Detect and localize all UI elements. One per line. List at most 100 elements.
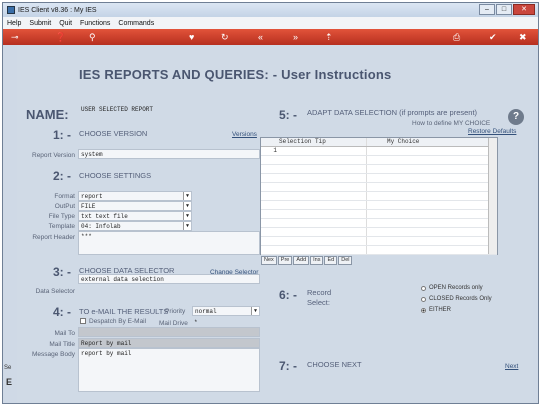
grid-prev-button[interactable]: Pre: [277, 256, 293, 265]
app-icon: [7, 6, 15, 14]
content-area: Se E IES REPORTS AND QUERIES: - User Ins…: [3, 45, 538, 403]
menu-help[interactable]: Help: [7, 20, 21, 27]
priority-dropdown[interactable]: normal ▼: [192, 306, 260, 316]
message-body-label: Message Body: [32, 351, 75, 358]
table-row[interactable]: [261, 156, 497, 165]
despatch-checkbox[interactable]: [80, 318, 86, 324]
section-4-number: 4: -: [53, 305, 71, 319]
menu-submit[interactable]: Submit: [29, 20, 51, 27]
template-dropdown[interactable]: 04: Infolab ▼: [78, 221, 192, 231]
table-row[interactable]: [261, 228, 497, 237]
minimize-button[interactable]: –: [479, 4, 495, 15]
mail-drive-label: Mail Drive: [159, 320, 188, 327]
section-6-title-2: Select:: [307, 298, 330, 307]
column-my-choice: My Choice: [387, 138, 420, 145]
mail-to-field[interactable]: [78, 327, 260, 337]
selection-grid: Selection Tip My Choice 1: [260, 137, 498, 255]
mail-drive-field[interactable]: *: [192, 318, 212, 327]
section-1-title: CHOOSE VERSION: [79, 129, 148, 138]
chevron-down-icon[interactable]: ▼: [183, 212, 191, 220]
close-button[interactable]: ✕: [513, 4, 535, 15]
toolbar: ⊸ ❓ ⚲ ♥ ↻ « » ⇡ ⎙ ✔ ✖: [3, 29, 538, 45]
grid-add-button[interactable]: Add: [293, 256, 310, 265]
chevron-down-icon[interactable]: ▼: [183, 222, 191, 230]
section-1-number: 1: -: [53, 128, 71, 142]
report-version-field[interactable]: system: [78, 149, 260, 159]
table-row[interactable]: [261, 246, 497, 255]
maximize-button[interactable]: □: [496, 4, 512, 15]
mail-title-label: Mail Title: [49, 341, 75, 348]
output-value: FILE: [81, 203, 96, 210]
restore-defaults-link[interactable]: Restore Defaults: [468, 128, 516, 135]
section-7-title: CHOOSE NEXT: [307, 360, 362, 369]
radio-open-records[interactable]: OPEN Records only: [421, 285, 483, 291]
format-dropdown[interactable]: report ▼: [78, 191, 192, 201]
radio-either[interactable]: EITHER: [421, 307, 451, 313]
key-icon[interactable]: ⊸: [11, 31, 19, 43]
section-5-number: 5: -: [279, 108, 297, 122]
data-selector-field[interactable]: external data selection: [78, 274, 260, 284]
table-row[interactable]: [261, 237, 497, 246]
last-icon[interactable]: »: [293, 31, 298, 43]
section-2-number: 2: -: [53, 169, 71, 183]
search-icon[interactable]: ⚲: [89, 31, 96, 43]
chevron-down-icon[interactable]: ▼: [183, 202, 191, 210]
table-row[interactable]: 1: [261, 147, 497, 156]
section-6-number: 6: -: [279, 288, 297, 302]
window-controls: – □ ✕: [479, 4, 535, 15]
section-4-title: TO e-MAIL THE RESULTS: [79, 307, 169, 316]
chevron-down-icon[interactable]: ▼: [183, 192, 191, 200]
filetype-dropdown[interactable]: txt text file ▼: [78, 211, 192, 221]
format-value: report: [81, 193, 103, 200]
grid-buttons: Nex Pre Add Ins Ed Del: [261, 256, 353, 265]
print-icon[interactable]: ⎙: [453, 31, 460, 43]
table-row[interactable]: [261, 183, 497, 192]
table-row[interactable]: [261, 201, 497, 210]
table-row[interactable]: [261, 210, 497, 219]
table-row[interactable]: [261, 165, 497, 174]
first-icon[interactable]: «: [258, 31, 263, 43]
grid-scrollbar[interactable]: [488, 138, 497, 254]
section-3-number: 3: -: [53, 265, 71, 279]
grid-insert-button[interactable]: Ins: [310, 256, 324, 265]
section-2-title: CHOOSE SETTINGS: [79, 171, 152, 180]
title-bar: IES Client v8.36 : My IES – □ ✕: [3, 3, 538, 17]
versions-link[interactable]: Versions: [232, 131, 257, 138]
output-dropdown[interactable]: FILE ▼: [78, 201, 192, 211]
heart-icon[interactable]: ♥: [189, 31, 194, 43]
name-field[interactable]: USER SELECTED REPORT: [79, 105, 259, 114]
chevron-down-icon[interactable]: ▼: [251, 307, 259, 315]
filetype-label: File Type: [48, 213, 75, 220]
menu-bar: Help Submit Quit Functions Commands: [3, 17, 538, 29]
grid-edit-button[interactable]: Ed: [324, 256, 338, 265]
howto-text: How to define MY CHOICE: [412, 120, 491, 127]
section-6-title: Record: [307, 288, 332, 297]
up-icon[interactable]: ⇡: [325, 31, 333, 43]
filetype-value: txt text file: [81, 213, 128, 220]
table-row[interactable]: [261, 219, 497, 228]
radio-closed-records[interactable]: CLOSED Records Only: [421, 296, 492, 302]
page-title: IES REPORTS AND QUERIES: - User Instruct…: [79, 67, 392, 82]
report-header-field[interactable]: ***: [78, 231, 260, 255]
menu-functions[interactable]: Functions: [80, 20, 110, 27]
help-icon[interactable]: ❓: [55, 31, 66, 43]
menu-commands[interactable]: Commands: [118, 20, 154, 27]
report-version-label: Report Version: [32, 152, 75, 159]
section-7-number: 7: -: [279, 359, 297, 373]
cancel-icon[interactable]: ✖: [519, 31, 527, 43]
priority-value: normal: [195, 308, 217, 315]
grid-delete-button[interactable]: Del: [338, 256, 353, 265]
refresh-icon[interactable]: ↻: [221, 31, 229, 43]
column-selection-tip: Selection Tip: [279, 138, 367, 146]
report-header-label: Report Header: [32, 234, 75, 241]
next-link[interactable]: Next: [505, 363, 518, 370]
window-title: IES Client v8.36 : My IES: [18, 6, 97, 14]
table-row[interactable]: [261, 174, 497, 183]
mail-title-field[interactable]: Report by mail: [78, 338, 260, 348]
grid-next-button[interactable]: Nex: [261, 256, 277, 265]
message-body-field[interactable]: report by mail: [78, 348, 260, 392]
accept-icon[interactable]: ✔: [489, 31, 497, 43]
help-circle-icon[interactable]: ?: [508, 109, 524, 125]
menu-quit[interactable]: Quit: [59, 20, 72, 27]
table-row[interactable]: [261, 192, 497, 201]
